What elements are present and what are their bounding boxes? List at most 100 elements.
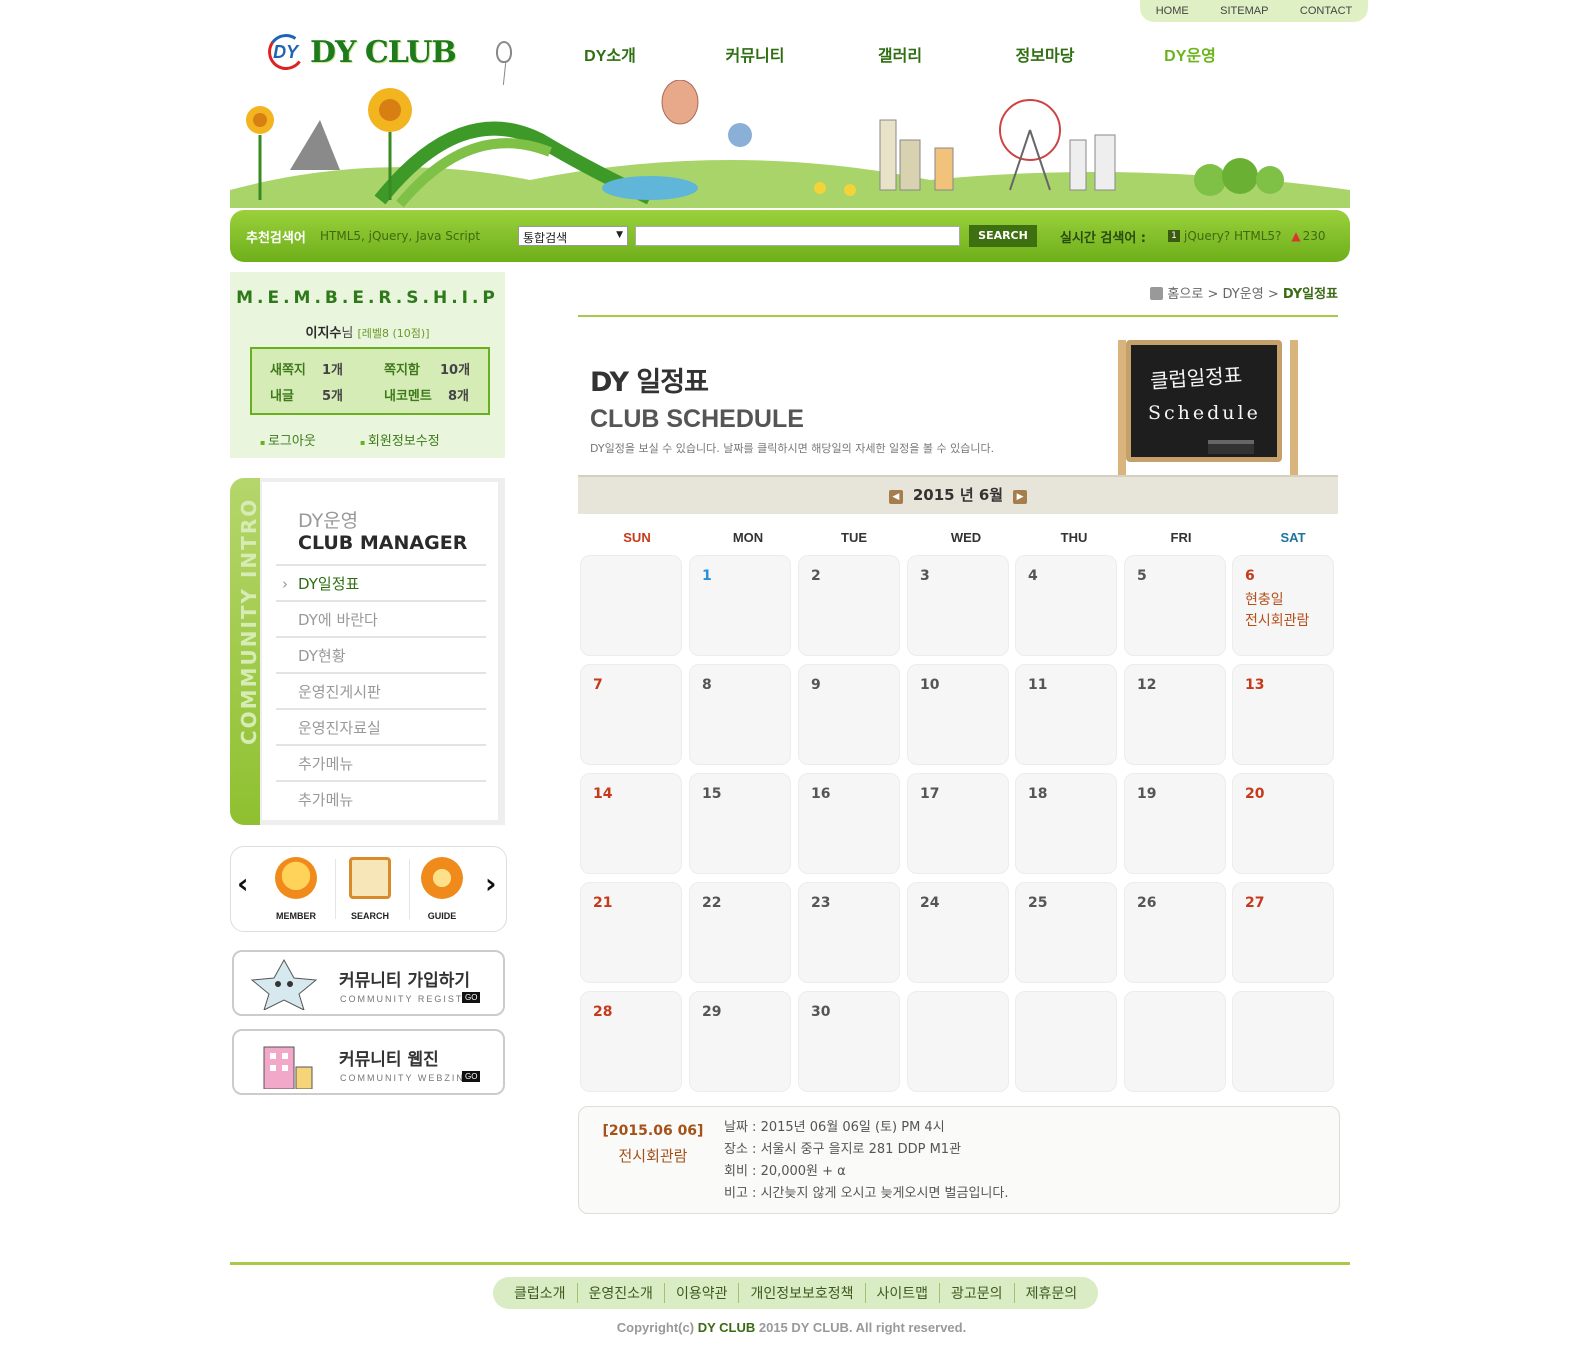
breadcrumb-level1[interactable]: DY운영 bbox=[1223, 287, 1264, 302]
calendar-day-cell[interactable]: 13 bbox=[1232, 664, 1334, 765]
stat-my-posts-label[interactable]: 내글 bbox=[270, 385, 294, 404]
side-item-extra-1[interactable]: 추가메뉴 bbox=[276, 744, 486, 780]
nav-gallery[interactable]: 갤러리 bbox=[850, 42, 950, 66]
side-item-status[interactable]: DY현황 bbox=[276, 636, 486, 672]
calendar-day-cell[interactable] bbox=[1232, 991, 1334, 1092]
board-frame bbox=[1126, 340, 1282, 462]
calendar-day-cell[interactable]: 6 현충일 전시회관람 bbox=[1232, 555, 1334, 656]
next-month-icon[interactable]: ▶ bbox=[1013, 490, 1028, 504]
footer-divider bbox=[230, 1262, 1350, 1265]
breadcrumb-home[interactable]: 홈으로 bbox=[1167, 287, 1203, 302]
calendar-day-cell[interactable]: 9 bbox=[798, 664, 900, 765]
edit-info-link[interactable]: 회원정보수정 bbox=[360, 434, 440, 449]
header-illustration bbox=[230, 80, 1350, 208]
calendar-day-cell[interactable]: 15 bbox=[689, 773, 791, 874]
calendar-day-cell[interactable]: 4 bbox=[1015, 555, 1117, 656]
calendar-day-cell[interactable] bbox=[907, 991, 1009, 1092]
banner-community-webzine[interactable]: 커뮤니티 웹진 COMMUNITY WEBZINE GO bbox=[232, 1029, 505, 1095]
footer-link-terms[interactable]: 이용약관 bbox=[665, 1283, 740, 1303]
calendar-day-cell[interactable]: 21 bbox=[580, 882, 682, 983]
calendar-day-cell[interactable]: 10 bbox=[907, 664, 1009, 765]
calendar-day-cell[interactable]: 23 bbox=[798, 882, 900, 983]
quick-search[interactable]: SEARCH bbox=[335, 857, 405, 921]
calendar-day-cell[interactable]: 3 bbox=[907, 555, 1009, 656]
calendar-day-cell[interactable]: 26 bbox=[1124, 882, 1226, 983]
calendar-day-cell[interactable]: 20 bbox=[1232, 773, 1334, 874]
blackboard-illustration: 클럽일정표 Schedule bbox=[1112, 340, 1308, 478]
prev-month-icon[interactable]: ◀ bbox=[888, 490, 903, 504]
event-detail: [2015.06 06] 전시회관람 날짜 : 2015년 06월 06일 (토… bbox=[578, 1106, 1340, 1214]
calendar-day-cell[interactable]: 18 bbox=[1015, 773, 1117, 874]
stat-my-comments-label[interactable]: 내코멘트 bbox=[384, 385, 432, 404]
nav-dy-manage[interactable]: DY운영 bbox=[1140, 42, 1240, 66]
rank-up-icon: ▲ bbox=[1291, 229, 1301, 243]
calendar-day-cell[interactable]: 16 bbox=[798, 773, 900, 874]
calendar-day-cell[interactable]: 30 bbox=[798, 991, 900, 1092]
calendar-event[interactable]: 현충일 bbox=[1245, 590, 1309, 611]
calendar-day-cell[interactable] bbox=[1124, 991, 1226, 1092]
calendar-day-cell[interactable]: 5 bbox=[1124, 555, 1226, 656]
chevron-right-icon[interactable]: › bbox=[485, 867, 497, 900]
calendar-day-cell[interactable]: 8 bbox=[689, 664, 791, 765]
footer-link-sitemap[interactable]: 사이트맵 bbox=[866, 1283, 941, 1303]
side-item-wishes[interactable]: DY에 바란다 bbox=[276, 600, 486, 636]
calendar-day-cell[interactable]: 7 bbox=[580, 664, 682, 765]
calendar-day-number: 29 bbox=[702, 1004, 722, 1020]
nav-info[interactable]: 정보마당 bbox=[950, 42, 1140, 66]
stat-new-msg-label[interactable]: 새쪽지 bbox=[270, 359, 306, 378]
calendar-event-list[interactable]: 현충일 전시회관람 bbox=[1245, 590, 1309, 632]
calendar-day-cell[interactable]: 19 bbox=[1124, 773, 1226, 874]
side-item-staff-files[interactable]: 운영진자료실 bbox=[276, 708, 486, 744]
recommend-keywords[interactable]: HTML5, jQuery, Java Script bbox=[320, 229, 480, 243]
event-detail-row: 비고 : 시간늦지 않게 오시고 늦게오시면 벌금입니다. bbox=[724, 1186, 1009, 1201]
guide-icon bbox=[421, 857, 463, 899]
calendar-day-cell[interactable]: 1 bbox=[689, 555, 791, 656]
footer-link-partner[interactable]: 제휴문의 bbox=[1015, 1283, 1089, 1303]
calendar-day-cell[interactable]: 12 bbox=[1124, 664, 1226, 765]
stat-msgbox-label[interactable]: 쪽지함 bbox=[384, 359, 420, 378]
footer-link-privacy[interactable]: 개인정보보호정책 bbox=[739, 1283, 866, 1303]
calendar-day-number: 12 bbox=[1137, 677, 1157, 693]
user-name: 이지수 bbox=[305, 326, 342, 341]
search-button[interactable]: SEARCH bbox=[969, 225, 1037, 247]
side-item-schedule[interactable]: DY일정표 bbox=[276, 564, 486, 602]
calendar-day-cell[interactable]: 24 bbox=[907, 882, 1009, 983]
calendar-day-cell[interactable]: 28 bbox=[580, 991, 682, 1092]
calendar-day-cell[interactable]: 22 bbox=[689, 882, 791, 983]
calendar-day-cell[interactable]: 27 bbox=[1232, 882, 1334, 983]
home-link[interactable]: HOME bbox=[1156, 5, 1189, 17]
contact-link[interactable]: CONTACT bbox=[1300, 5, 1352, 17]
nav-dy-intro[interactable]: DY소개 bbox=[560, 42, 660, 66]
home-icon[interactable] bbox=[1150, 287, 1164, 300]
content-divider bbox=[578, 315, 1338, 317]
search-scope-select[interactable]: 통합검색 ▼ bbox=[518, 226, 628, 246]
search-input[interactable] bbox=[635, 226, 960, 246]
calendar-day-number: 30 bbox=[811, 1004, 831, 1020]
footer-link-ads[interactable]: 광고문의 bbox=[940, 1283, 1015, 1303]
footer-link-staff[interactable]: 운영진소개 bbox=[578, 1283, 665, 1303]
calendar-day-cell[interactable]: 25 bbox=[1015, 882, 1117, 983]
calendar-event[interactable]: 전시회관람 bbox=[1245, 611, 1309, 632]
calendar-day-cell[interactable] bbox=[580, 555, 682, 656]
realtime-count: 230 bbox=[1302, 229, 1326, 243]
site-logo[interactable]: DY DY CLUB bbox=[265, 31, 512, 73]
side-item-staff-board[interactable]: 운영진게시판 bbox=[276, 672, 486, 708]
nav-community[interactable]: 커뮤니티 bbox=[660, 42, 850, 66]
calendar-day-cell[interactable]: 17 bbox=[907, 773, 1009, 874]
calendar-day-cell[interactable] bbox=[1015, 991, 1117, 1092]
logout-link[interactable]: 로그아웃 bbox=[260, 434, 316, 449]
calendar-day-cell[interactable]: 29 bbox=[689, 991, 791, 1092]
banner-community-join[interactable]: 커뮤니티 가입하기 COMMUNITY REGISTE GO bbox=[232, 950, 505, 1016]
logo-mark-text: DY bbox=[273, 41, 299, 62]
weekday-wed: WED bbox=[950, 530, 982, 545]
realtime-keyword[interactable]: 1 jQuery? HTML5? ▲ 230 bbox=[1168, 229, 1326, 243]
sitemap-link[interactable]: SITEMAP bbox=[1220, 5, 1268, 17]
quick-guide[interactable]: GUIDE bbox=[407, 857, 477, 921]
footer-link-club[interactable]: 클럽소개 bbox=[503, 1283, 578, 1303]
calendar-day-cell[interactable]: 11 bbox=[1015, 664, 1117, 765]
calendar-day-cell[interactable]: 2 bbox=[798, 555, 900, 656]
quick-member[interactable]: MEMBER bbox=[261, 857, 331, 921]
side-item-extra-2[interactable]: 추가메뉴 bbox=[276, 780, 486, 816]
calendar-day-cell[interactable]: 14 bbox=[580, 773, 682, 874]
chevron-left-icon[interactable]: ‹ bbox=[237, 867, 249, 900]
